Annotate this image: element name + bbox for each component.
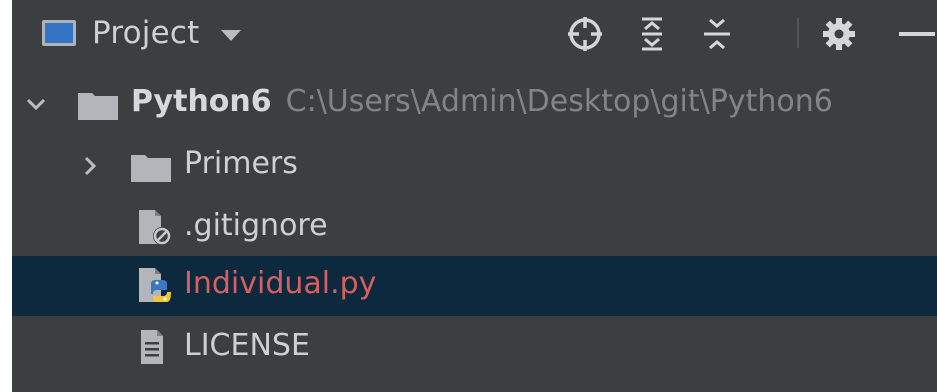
project-view-title: Project [92, 15, 200, 51]
tree-row-license[interactable]: LICENSE [12, 318, 937, 378]
collapse-all-icon[interactable] [697, 14, 737, 54]
tree-row-primers[interactable]: Primers [12, 136, 937, 196]
tree-item-label: Individual.py [184, 266, 377, 301]
tree-row-root[interactable]: Python6 C:\Users\Admin\Desktop\git\Python… [12, 74, 937, 134]
text-file-icon [141, 330, 163, 364]
minimize-icon[interactable] [895, 14, 935, 54]
locate-file-icon[interactable] [565, 14, 605, 54]
toolbar-separator [797, 18, 799, 48]
tree-row-individual-py[interactable]: Individual.py [12, 256, 937, 316]
python-file-icon [139, 268, 171, 302]
chevron-right-icon[interactable] [78, 154, 102, 178]
caret-down-icon[interactable] [221, 29, 242, 41]
root-label: Python6 C:\Users\Admin\Desktop\git\Python… [131, 84, 833, 119]
chevron-down-icon[interactable] [24, 92, 48, 116]
project-view-selector[interactable]: Project [42, 13, 242, 53]
project-toolbar: Project [12, 0, 937, 64]
tree-item-label: Primers [184, 146, 298, 181]
root-folder-name: Python6 [131, 84, 272, 119]
tree-item-label: LICENSE [184, 328, 310, 363]
settings-gear-icon[interactable] [819, 14, 859, 54]
root-folder-path: C:\Users\Admin\Desktop\git\Python6 [285, 84, 833, 119]
expand-all-icon[interactable] [632, 14, 672, 54]
tree-item-label: .gitignore [184, 208, 328, 243]
project-tool-window: Project Python6 C:\Users\Admin\Desktop\g… [12, 0, 937, 392]
folder-icon [131, 155, 171, 182]
project-window-icon [42, 20, 76, 46]
ignored-file-icon [139, 210, 171, 245]
folder-icon [78, 93, 118, 120]
tree-row-gitignore[interactable]: .gitignore [12, 198, 937, 258]
